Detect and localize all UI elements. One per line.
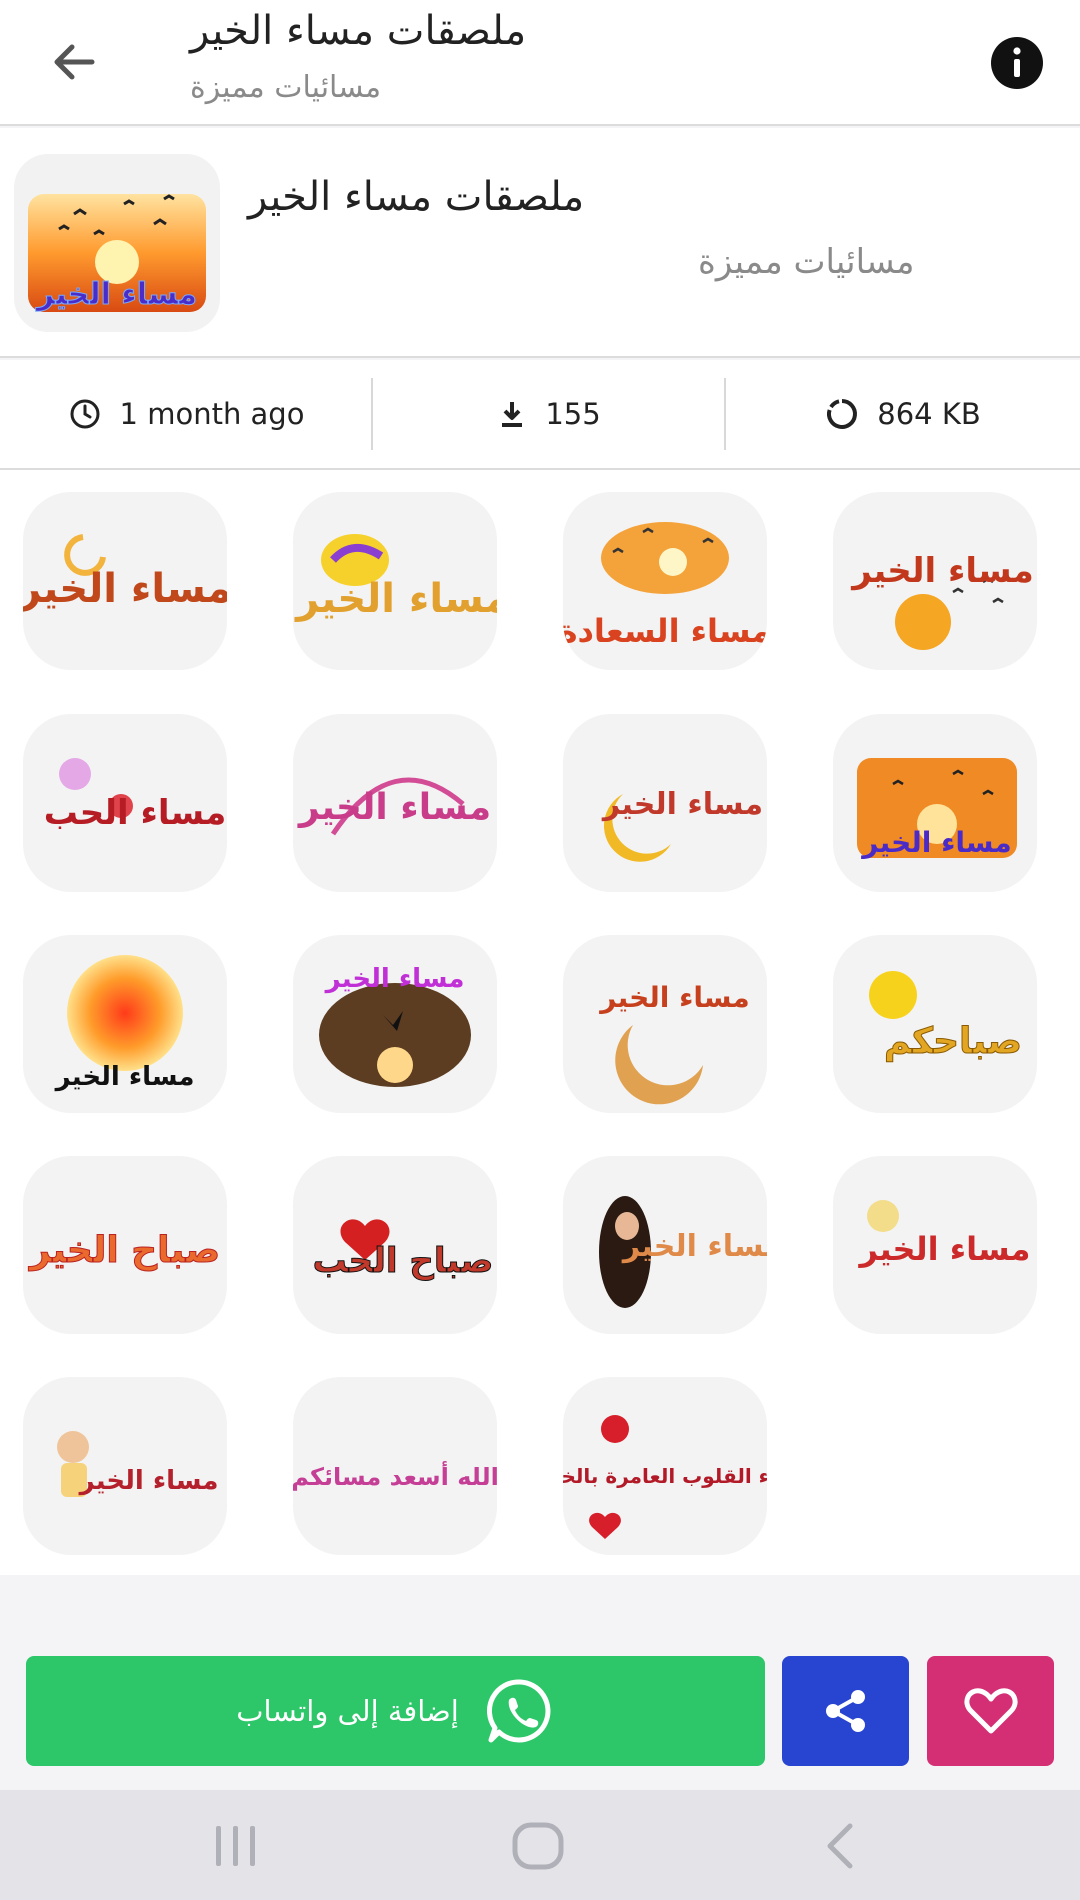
sticker-item[interactable]: صباح الخير: [23, 1156, 227, 1334]
download-icon: [502, 402, 523, 427]
pack-name: ملصقات مساء الخير: [248, 174, 585, 220]
svg-text:مساء الخير: مساء الخير: [860, 826, 1012, 859]
svg-text:الله أسعد مسائكم: الله أسعد مسائكم: [293, 1461, 497, 1491]
sticker-item[interactable]: مساء السعادة: [563, 492, 767, 670]
svg-text:مساء الخير: مساء الخير: [297, 787, 491, 828]
sticker-grid: مساء الخير مساء الخير مساء السعادة مساء …: [0, 470, 1080, 1575]
stat-size: 864 KB: [726, 360, 1080, 468]
share-button[interactable]: [782, 1656, 909, 1766]
sticker-item[interactable]: مساء الحب: [23, 714, 227, 892]
svg-text:مساء القلوب العامرة بالخير: مساء القلوب العامرة بالخير: [563, 1464, 767, 1488]
sticker-item[interactable]: مساء الخير: [833, 714, 1037, 892]
system-nav-bar: [0, 1790, 1080, 1900]
pack-header: مساء الخير ملصقات مساء الخير مسائيات ممي…: [0, 128, 1080, 358]
sticker-item[interactable]: مساء الخير: [833, 1156, 1037, 1334]
info-icon[interactable]: [990, 36, 1044, 90]
sticker-item[interactable]: مساء الخير: [563, 1156, 767, 1334]
page-subtitle: مسائيات مميزة: [190, 70, 382, 105]
updated-text: 1 month ago: [119, 397, 305, 431]
sticker-item[interactable]: مساء الخير: [293, 492, 497, 670]
sticker-item[interactable]: مساء الخير: [563, 935, 767, 1113]
recent-apps-icon[interactable]: [206, 1818, 266, 1874]
pack-stats: 1 month ago 155 864 KB: [0, 360, 1080, 470]
sticker-item[interactable]: مساء الخير: [563, 714, 767, 892]
sticker-item[interactable]: مساء الخير: [23, 1377, 227, 1555]
sticker-item[interactable]: الله أسعد مسائكم: [293, 1377, 497, 1555]
svg-text:صباح الحب: صباح الحب: [313, 1241, 494, 1281]
svg-text:مساء الخير: مساء الخير: [858, 1230, 1031, 1268]
svg-text:صباح الخير: صباح الخير: [28, 1230, 220, 1271]
pack-thumbnail: مساء الخير: [14, 154, 220, 332]
sticker-item[interactable]: مساء الخير: [293, 935, 497, 1113]
sticker-item[interactable]: مساء الخير: [23, 935, 227, 1113]
sticker-item[interactable]: مساء الخير: [833, 492, 1037, 670]
svg-text:مساء الخير: مساء الخير: [324, 964, 465, 994]
favorite-button[interactable]: [927, 1656, 1054, 1766]
svg-text:مساء الخير: مساء الخير: [23, 566, 227, 612]
page-title: ملصقات مساء الخير: [190, 8, 527, 54]
svg-text:مساء الخير: مساء الخير: [54, 1062, 195, 1092]
whatsapp-icon: [486, 1679, 551, 1743]
home-icon[interactable]: [508, 1818, 568, 1874]
size-text: 864 KB: [877, 397, 981, 431]
sticker-item[interactable]: صباحكم: [833, 935, 1037, 1113]
svg-text:مساء الخير: مساء الخير: [598, 981, 750, 1014]
svg-text:مساء السعادة: مساء السعادة: [563, 612, 767, 650]
clock-icon: [70, 399, 100, 429]
add-to-whatsapp-button[interactable]: إضافة إلى واتساب: [26, 1656, 765, 1766]
stat-downloads: 155: [373, 360, 725, 468]
svg-text:مساء الحب: مساء الحب: [44, 793, 227, 833]
share-icon: [825, 1690, 865, 1732]
svg-text:مساء الخير: مساء الخير: [621, 1229, 767, 1264]
svg-text:مساء الخير: مساء الخير: [78, 1466, 219, 1496]
heart-icon: [963, 1688, 1018, 1734]
sticker-item[interactable]: مساء الخير: [23, 492, 227, 670]
add-to-whatsapp-label: إضافة إلى واتساب: [236, 1694, 459, 1728]
sticker-item[interactable]: مساء الخير: [293, 714, 497, 892]
sticker-item[interactable]: مساء القلوب العامرة بالخير: [563, 1377, 767, 1555]
back-icon[interactable]: [812, 1818, 872, 1874]
svg-text:مساء الخير: مساء الخير: [294, 576, 497, 622]
thumbnail-text: مساء الخير: [35, 277, 197, 312]
data-usage-icon: [827, 399, 858, 429]
pack-author: مسائيات مميزة: [698, 242, 915, 282]
downloads-count: 155: [545, 397, 601, 431]
svg-text:مساء الخير: مساء الخير: [601, 787, 763, 822]
app-bar: ملصقات مساء الخير مسائيات مميزة: [0, 0, 1080, 126]
stat-updated: 1 month ago: [0, 360, 372, 468]
back-arrow-icon[interactable]: [44, 32, 104, 92]
svg-text:مساء الخير: مساء الخير: [850, 551, 1034, 591]
sticker-item[interactable]: صباح الحب: [293, 1156, 497, 1334]
svg-text:صباحكم: صباحكم: [884, 1021, 1022, 1062]
